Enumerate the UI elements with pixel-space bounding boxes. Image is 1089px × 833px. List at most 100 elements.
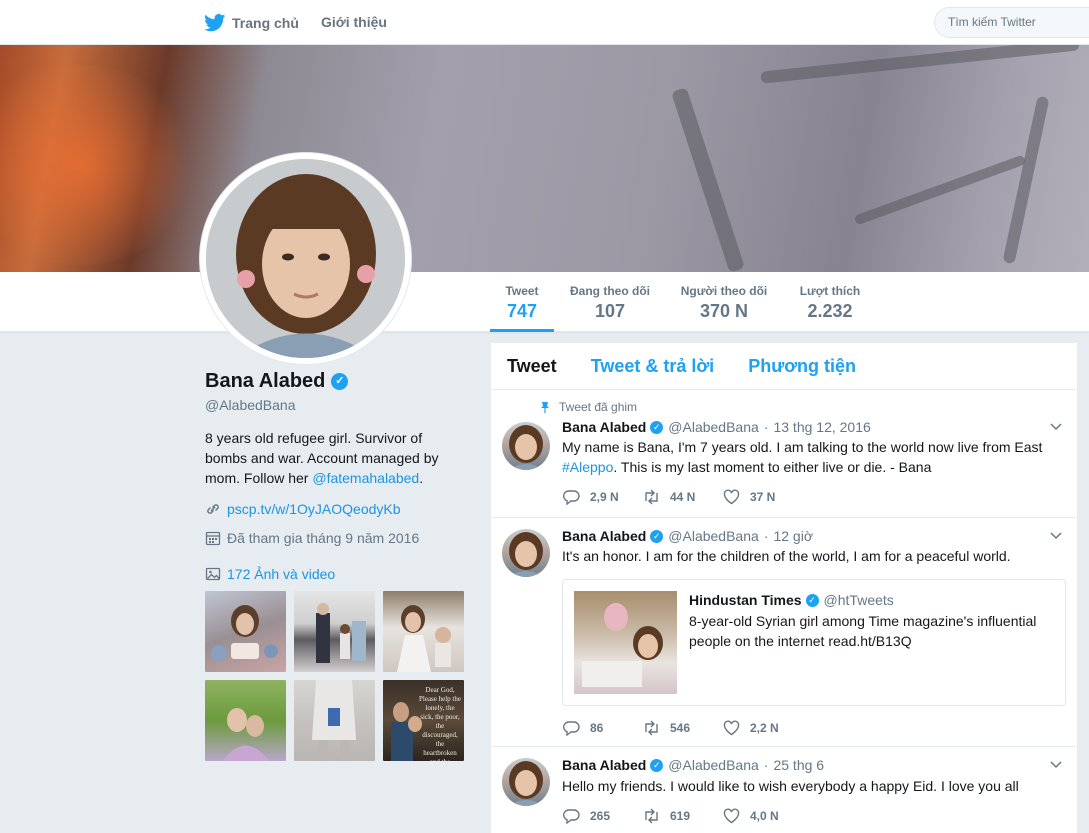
avatar-illustration <box>508 761 544 806</box>
tweet-text: My name is Bana, I'm 7 years old. I am t… <box>562 437 1062 477</box>
caret-down-icon[interactable] <box>1049 531 1063 541</box>
tweet-timestamp[interactable]: 25 thg 6 <box>773 757 824 773</box>
link-icon <box>207 504 219 514</box>
tweet-author-name[interactable]: Bana Alabed <box>562 419 646 435</box>
card-author-handle[interactable]: @htTweets <box>824 592 894 608</box>
reply-button[interactable]: 2,9 N <box>563 489 643 505</box>
reply-count: 2,9 N <box>590 490 619 504</box>
separator-dot: · <box>763 419 769 435</box>
tweet-text-part: . This is my last moment to either live … <box>613 459 932 475</box>
pinned-indicator: Tweet đã ghim <box>539 400 637 414</box>
media-thumbnail[interactable] <box>205 591 286 672</box>
stat-value: 370 N <box>699 301 749 321</box>
media-thumbnail[interactable] <box>205 680 286 761</box>
card-author-name[interactable]: Hindustan Times <box>689 592 802 608</box>
timeline-tabs: Tweet Tweet & trả lời Phương tiện <box>491 343 1077 390</box>
nav-home-link[interactable]: Trang chủ <box>204 14 299 32</box>
quoted-tweet-card[interactable]: Hindustan Times ✓ @htTweets 8-year-old S… <box>562 579 1066 706</box>
like-button[interactable]: 4,0 N <box>723 808 803 824</box>
retweet-button[interactable]: 44 N <box>643 489 723 505</box>
tweet-timestamp[interactable]: 12 giờ <box>773 528 813 544</box>
tweet-avatar[interactable] <box>502 422 550 470</box>
retweet-icon <box>645 489 658 505</box>
profile-name[interactable]: Bana Alabed ✓ <box>205 370 349 393</box>
caret-down-icon[interactable] <box>1049 422 1063 432</box>
retweet-count: 546 <box>670 721 691 735</box>
tweet-avatar[interactable] <box>502 758 550 806</box>
tweet-header: Bana Alabed ✓ @AlabedBana · 13 thg 12, 2… <box>562 419 871 435</box>
separator-dot: · <box>763 757 769 773</box>
stat-likes[interactable]: Lượt thích 2.232 <box>790 284 870 322</box>
like-button[interactable]: 2,2 N <box>723 720 803 736</box>
tweet-timestamp[interactable]: 13 thg 12, 2016 <box>773 419 870 435</box>
avatar-illustration <box>206 159 405 358</box>
retweet-count: 619 <box>670 809 691 823</box>
caret-down-icon[interactable] <box>1049 760 1063 770</box>
tweet[interactable]: Tweet đã ghim Bana Alabed ✓ @AlabedBana … <box>491 390 1077 518</box>
thumbnail-quote: Dear God, Please help the lonely, the si… <box>419 686 461 761</box>
profile-media-row[interactable]: 172 Ảnh và video <box>205 566 335 582</box>
retweet-icon <box>645 808 658 824</box>
avatar-illustration <box>508 425 544 470</box>
reply-count: 265 <box>590 809 611 823</box>
tweet-author-name[interactable]: Bana Alabed <box>562 757 646 773</box>
retweet-button[interactable]: 546 <box>643 720 723 736</box>
stat-tweets[interactable]: Tweet 747 <box>490 284 554 332</box>
nav-home-label: Trang chủ <box>232 15 299 31</box>
media-thumbnail[interactable]: Dear God, Please help the lonely, the si… <box>383 680 464 761</box>
tweet-avatar[interactable] <box>502 529 550 577</box>
tweet-author-handle[interactable]: @AlabedBana <box>668 528 759 544</box>
banner-shape <box>671 87 745 272</box>
tab-media[interactable]: Phương tiện <box>748 356 856 377</box>
reply-icon <box>563 721 580 736</box>
image-icon <box>205 567 221 581</box>
like-icon <box>723 489 740 505</box>
tweet-author-handle[interactable]: @AlabedBana <box>668 419 759 435</box>
tweet-author-handle[interactable]: @AlabedBana <box>668 757 759 773</box>
tweet-header: Bana Alabed ✓ @AlabedBana · 25 thg 6 <box>562 757 824 773</box>
nav-about-link[interactable]: Giới thiệu <box>321 14 387 30</box>
tab-tweets[interactable]: Tweet <box>507 356 557 377</box>
profile-bio: 8 years old refugee girl. Survivor of bo… <box>205 428 460 488</box>
tweet[interactable]: Bana Alabed ✓ @AlabedBana · 12 giờ It's … <box>491 518 1077 747</box>
stat-following[interactable]: Đang theo dõi 107 <box>565 284 655 322</box>
thumbnail-image <box>223 708 269 761</box>
profile-avatar[interactable] <box>200 153 411 364</box>
bio-mention-link[interactable]: @fatemahalabed <box>312 470 419 486</box>
profile-media-link[interactable]: 172 Ảnh và video <box>227 566 335 582</box>
card-image <box>574 591 677 694</box>
tweet-actions: 265 619 4,0 N <box>563 808 803 824</box>
profile-banner <box>0 45 1089 272</box>
tweet-actions: 2,9 N 44 N 37 N <box>563 489 803 505</box>
tab-tweets-replies[interactable]: Tweet & trả lời <box>591 356 715 377</box>
stat-followers[interactable]: Người theo dõi 370 N <box>675 284 773 322</box>
twitter-bird-icon <box>204 14 226 32</box>
media-thumbnail[interactable] <box>294 591 375 672</box>
reply-button[interactable]: 265 <box>563 808 643 824</box>
profile-url-link[interactable]: pscp.tv/w/1OyJAOQeodyKb <box>227 501 401 517</box>
tweet-text: Hello my friends. I would like to wish e… <box>562 778 1019 794</box>
hashtag-link[interactable]: #Aleppo <box>562 459 613 475</box>
reply-button[interactable]: 86 <box>563 720 643 736</box>
media-thumbnail[interactable] <box>383 591 464 672</box>
avatar-photo <box>206 159 405 358</box>
media-thumbnail[interactable] <box>294 680 375 761</box>
reply-icon <box>563 809 580 824</box>
tweet[interactable]: Bana Alabed ✓ @AlabedBana · 25 thg 6 Hel… <box>491 747 1077 833</box>
thumbnail-image <box>397 605 451 672</box>
verified-icon: ✓ <box>331 373 349 390</box>
pinned-label: Tweet đã ghim <box>559 400 638 414</box>
nav-about-label: Giới thiệu <box>321 14 387 30</box>
stat-value: 2.232 <box>807 301 853 321</box>
like-button[interactable]: 37 N <box>723 489 803 505</box>
tweet-author-name[interactable]: Bana Alabed <box>562 528 646 544</box>
stat-label: Lượt thích <box>799 284 861 298</box>
search-input[interactable] <box>948 15 1088 29</box>
profile-url-row: pscp.tv/w/1OyJAOQeodyKb <box>205 501 401 517</box>
stat-label: Người theo dõi <box>680 284 768 298</box>
verified-icon: ✓ <box>650 420 664 434</box>
stat-label: Đang theo dõi <box>570 284 650 298</box>
avatar-illustration <box>508 532 544 577</box>
retweet-button[interactable]: 619 <box>643 808 723 824</box>
thumbnail-image <box>211 605 278 661</box>
